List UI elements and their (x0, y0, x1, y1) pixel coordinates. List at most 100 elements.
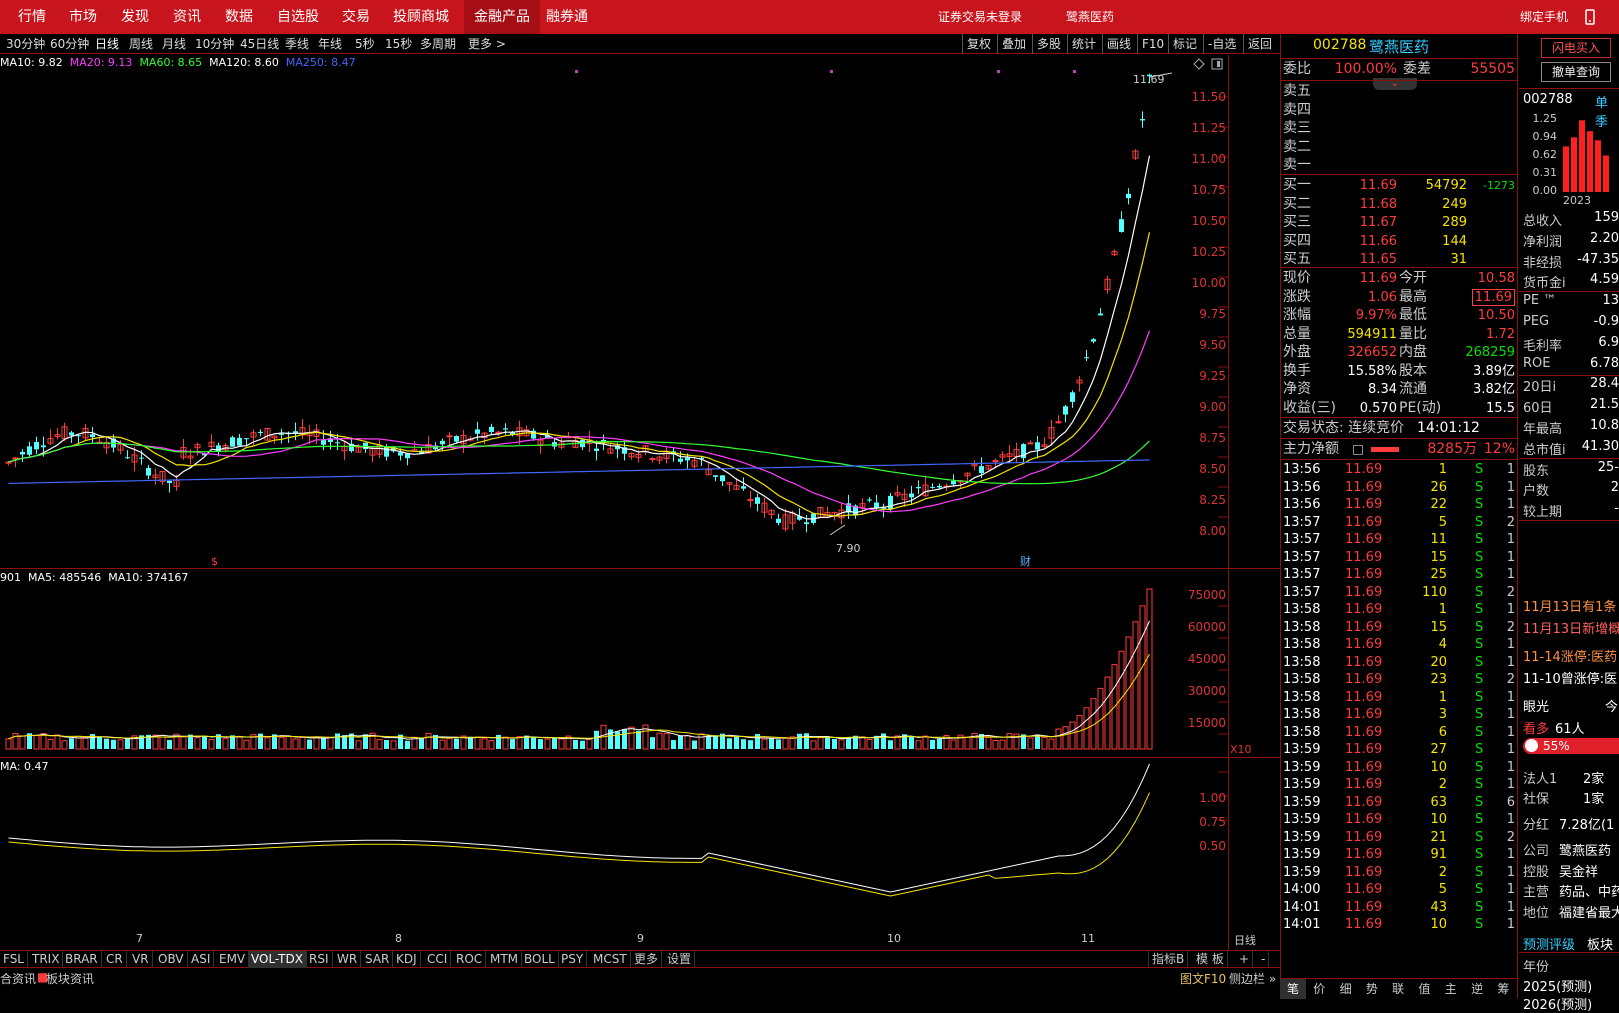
info-sector-link[interactable]: 板块资讯 (46, 970, 94, 987)
ind-vol-tdx[interactable]: VOL-TDX (248, 951, 307, 968)
period-monthly[interactable]: 月线 (162, 34, 186, 54)
buy-level-row[interactable]: 买二 11.68 249 (1281, 195, 1517, 214)
tool-fuquan[interactable]: 复权 (962, 34, 991, 54)
ind-mcst[interactable]: MCST (590, 951, 631, 968)
nav-zixuangu[interactable]: 自选股 (277, 0, 319, 34)
nav-rongquan[interactable]: 融券通 (546, 0, 588, 34)
ind-wr[interactable]: WR (334, 951, 362, 968)
period-weekly[interactable]: 周线 (129, 34, 153, 54)
nav-shichang[interactable]: 市场 (69, 0, 97, 34)
sector-link[interactable]: 板块 (1587, 934, 1613, 953)
ind-kdj[interactable]: KDJ (393, 951, 421, 968)
period-season[interactable]: 季线 (285, 34, 309, 54)
ind-roc[interactable]: ROC (453, 951, 487, 968)
quote-tab[interactable]: 联 (1385, 979, 1411, 999)
sell-level-row[interactable]: 卖二 (1281, 138, 1517, 157)
zoom-in-button[interactable]: + (1236, 951, 1254, 968)
ind-boll[interactable]: BOLL (521, 951, 559, 968)
buy-level-row[interactable]: 买四 11.66 144 (1281, 232, 1517, 251)
diamond-icon[interactable] (1193, 58, 1205, 70)
quote-tab[interactable]: 笔 (1280, 979, 1306, 999)
period-15s[interactable]: 15秒 (385, 34, 412, 54)
info-f10-link[interactable]: 图文F10 (1180, 970, 1226, 987)
nav-hangqing[interactable]: 行情 (18, 0, 46, 34)
flash-buy-button[interactable]: 闪电买入 (1541, 38, 1611, 58)
ind-mtm[interactable]: MTM (487, 951, 523, 968)
info-sidebar-toggle[interactable]: 侧边栏 » (1229, 970, 1276, 987)
news-item[interactable]: 11-10曾涨停:医 (1523, 668, 1617, 687)
finance-marker[interactable]: 财 (1020, 554, 1031, 570)
news-item[interactable]: 11月13日新增概 (1523, 618, 1619, 637)
ind-brar[interactable]: BRAR (62, 951, 102, 968)
news-item[interactable]: 11-14涨停:医药 (1523, 646, 1617, 665)
quote-tab[interactable]: 细 (1333, 979, 1359, 999)
buy-level-row[interactable]: 买五 11.65 31 (1281, 250, 1517, 269)
tool-huaxian[interactable]: 画线 (1102, 34, 1131, 54)
info-news-link[interactable]: 合资讯 (0, 970, 36, 987)
ind-rsi[interactable]: RSI (306, 951, 333, 968)
ind-asi[interactable]: ASI (188, 951, 215, 968)
period-year[interactable]: 年线 (318, 34, 342, 54)
period-daily[interactable]: 日线 (95, 34, 119, 54)
tool-tongji[interactable]: 统计 (1067, 34, 1096, 54)
ind-more[interactable]: 更多 (631, 951, 663, 968)
ind-cr[interactable]: CR (103, 951, 127, 968)
ind-fsl[interactable]: FSL (0, 951, 28, 968)
tool-f10[interactable]: F10 (1137, 34, 1164, 54)
nav-jiaoyi[interactable]: 交易 (342, 0, 370, 34)
quote-tab[interactable]: 主 (1438, 979, 1464, 999)
tool-diejia[interactable]: 叠加 (997, 34, 1026, 54)
ind-sar[interactable]: SAR (362, 951, 394, 968)
window-icon[interactable] (1211, 58, 1223, 70)
cancel-query-button[interactable]: 撤单查询 (1541, 62, 1611, 82)
period-multi[interactable]: 多周期 (420, 34, 456, 54)
rating-link[interactable]: 预测评级 (1523, 934, 1575, 953)
ind-b-button[interactable]: 指标B (1148, 951, 1189, 968)
period-more[interactable]: 更多 > (468, 34, 506, 54)
period-30min[interactable]: 30分钟 (6, 34, 45, 54)
quote-tab[interactable]: 势 (1359, 979, 1385, 999)
tool-zixuan[interactable]: -自选 (1203, 34, 1236, 54)
dividend-marker[interactable]: $ (211, 554, 218, 570)
quote-tab[interactable]: 逆 (1464, 979, 1490, 999)
buy-level-row[interactable]: 买一 11.69 54792 -1273 (1281, 176, 1517, 195)
nav-zixun[interactable]: 资讯 (173, 0, 201, 34)
candle-body (475, 429, 480, 434)
nav-jinrong[interactable]: 金融产品 (464, 0, 540, 34)
phone-icon[interactable] (1582, 9, 1598, 25)
template-button[interactable]: 模 板 (1193, 951, 1228, 968)
period-5s[interactable]: 5秒 (355, 34, 375, 54)
quote-tab[interactable]: 筹 (1490, 979, 1516, 999)
news-item[interactable]: 11月13日有1条 (1523, 596, 1616, 615)
sell-level-row[interactable]: 卖三 (1281, 119, 1517, 138)
ind-psy[interactable]: PSY (558, 951, 588, 968)
quote-tab[interactable]: 值 (1412, 979, 1438, 999)
bind-phone-link[interactable]: 绑定手机 (1520, 0, 1568, 34)
sell-level-row[interactable]: 卖四 (1281, 101, 1517, 120)
tool-biaoji[interactable]: 标记 (1168, 34, 1197, 54)
ind-emv[interactable]: EMV (216, 951, 250, 968)
ind-cci[interactable]: CCI (424, 951, 452, 968)
tool-duogu[interactable]: 多股 (1032, 34, 1061, 54)
buy-level-row[interactable]: 买三 11.67 289 (1281, 213, 1517, 232)
volume-chart[interactable] (0, 569, 1228, 757)
tool-fanhui[interactable]: 返回 (1243, 34, 1272, 54)
ind-vr[interactable]: VR (129, 951, 153, 968)
sell-level-row[interactable]: 卖五 (1281, 82, 1517, 101)
ind-obv[interactable]: OBV (155, 951, 188, 968)
period-10min[interactable]: 10分钟 (195, 34, 234, 54)
indicator-chart[interactable] (0, 758, 1228, 930)
sell-level-row[interactable]: 卖一 (1281, 156, 1517, 175)
quote-tab[interactable]: 价 (1306, 979, 1332, 999)
nav-faxian[interactable]: 发现 (121, 0, 149, 34)
zoom-out-button[interactable]: - (1258, 951, 1270, 968)
price-candlestick-chart[interactable] (0, 55, 1228, 568)
nav-tougu[interactable]: 投顾商城 (393, 0, 449, 34)
ind-trix[interactable]: TRIX (29, 951, 64, 968)
period-45day[interactable]: 45日线 (240, 34, 279, 54)
mainforce-info-icon[interactable] (1353, 445, 1363, 455)
ind-settings[interactable]: 设置 (664, 951, 696, 968)
period-60min[interactable]: 60分钟 (50, 34, 89, 54)
nav-shuju[interactable]: 数据 (225, 0, 253, 34)
login-status[interactable]: 证券交易未登录 (938, 0, 1022, 34)
